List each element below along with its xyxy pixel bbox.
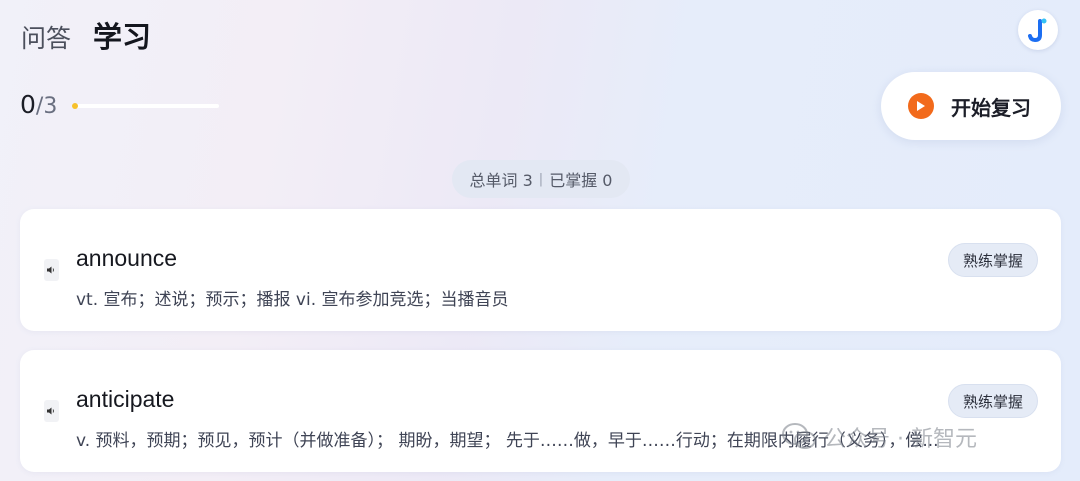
total-words-count: 总单词 3 bbox=[469, 171, 533, 190]
tab-qa[interactable]: 问答 bbox=[21, 19, 71, 55]
word-title: anticipate bbox=[76, 386, 175, 412]
header-tabs: 问答 学习 bbox=[21, 14, 151, 56]
progress-bar bbox=[72, 103, 219, 109]
play-icon bbox=[908, 93, 934, 119]
wechat-icon bbox=[782, 423, 816, 449]
speaker-icon[interactable] bbox=[44, 400, 59, 422]
tab-study[interactable]: 学习 bbox=[93, 14, 151, 56]
word-stats: 总单词 3 | 已掌握 0 bbox=[452, 160, 630, 198]
word-card[interactable]: announce vt. 宣布；述说；预示；播报 vi. 宣布参加竞选；当播音员… bbox=[20, 209, 1061, 331]
avatar[interactable] bbox=[1018, 10, 1058, 50]
word-title: announce bbox=[76, 245, 178, 271]
start-review-label: 开始复习 bbox=[951, 95, 1031, 120]
progress-count: 0/3 bbox=[20, 90, 57, 119]
watermark-text: 公众号 · 新智元 bbox=[824, 427, 977, 452]
mark-mastered-button[interactable]: 熟练掌握 bbox=[948, 384, 1038, 418]
watermark: 公众号 · 新智元 bbox=[782, 420, 977, 454]
mark-mastered-button[interactable]: 熟练掌握 bbox=[948, 243, 1038, 277]
app-logo-icon bbox=[1028, 18, 1047, 43]
mastered-count: 已掌握 0 bbox=[549, 171, 613, 190]
progress-current: 0 bbox=[20, 90, 36, 119]
stats-separator: | bbox=[538, 171, 544, 187]
start-review-button[interactable]: 开始复习 bbox=[881, 72, 1061, 140]
progress-indicator: 0/3 bbox=[20, 90, 219, 119]
progress-total: 3 bbox=[43, 94, 58, 119]
speaker-icon[interactable] bbox=[44, 259, 59, 281]
word-definition: vt. 宣布；述说；预示；播报 vi. 宣布参加竞选；当播音员 bbox=[76, 290, 509, 310]
progress-bar-fill bbox=[72, 103, 78, 109]
